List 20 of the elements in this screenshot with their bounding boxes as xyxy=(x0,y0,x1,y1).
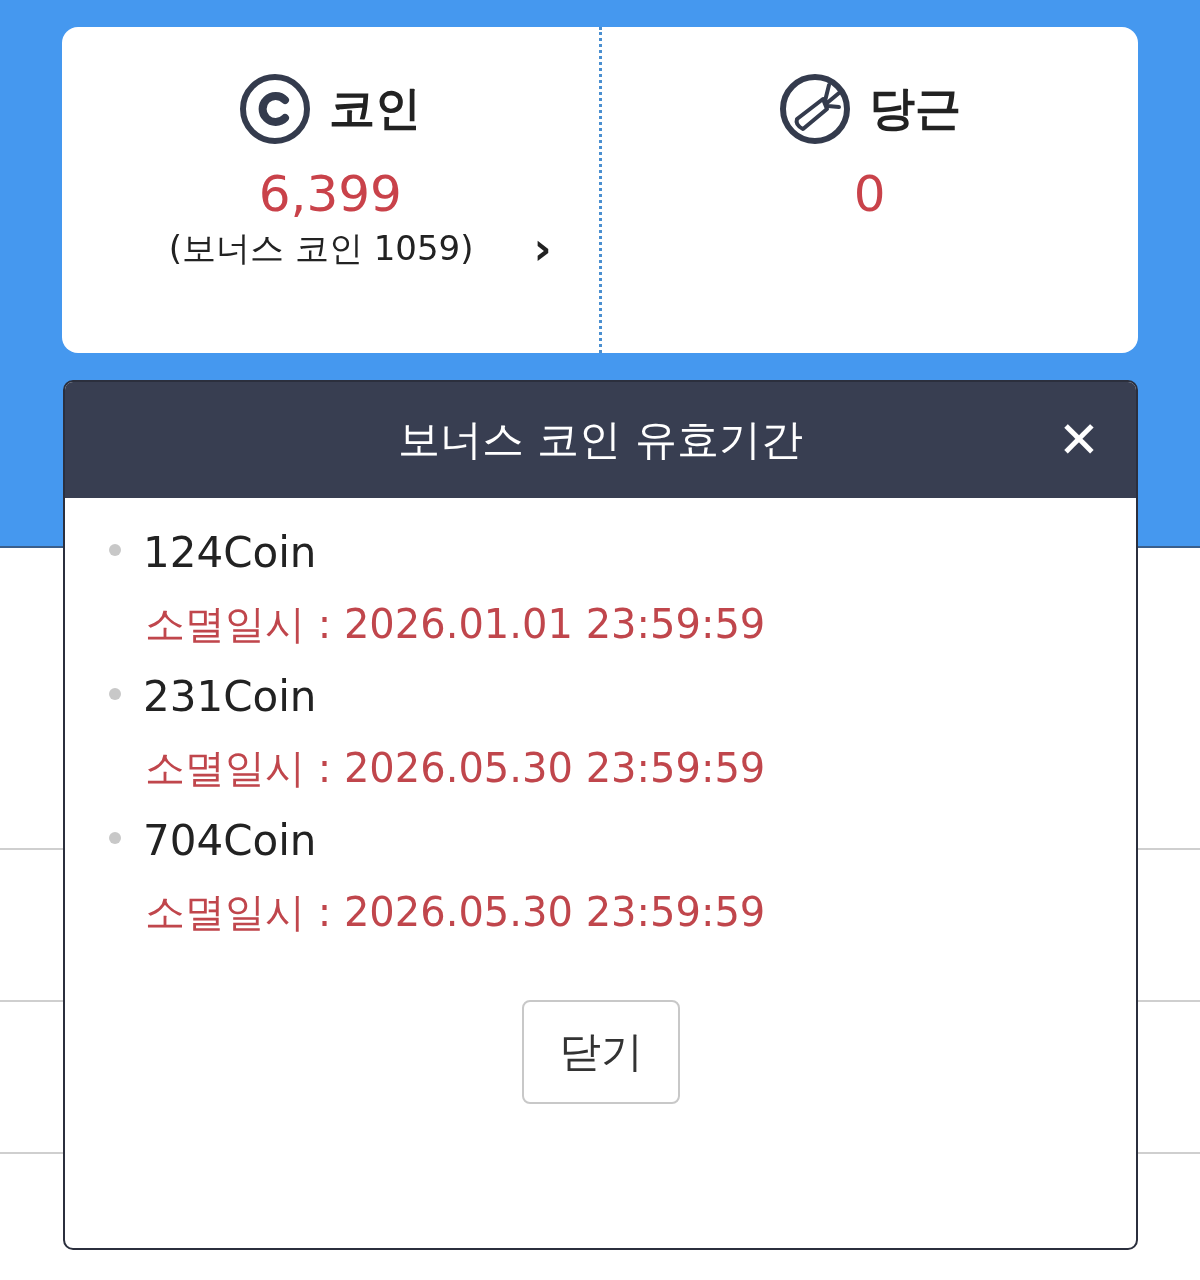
balance-amount: 6,399 xyxy=(258,165,402,223)
close-button[interactable]: ✕ xyxy=(1050,412,1108,468)
coin-icon xyxy=(239,73,312,145)
bullet-icon xyxy=(109,544,121,556)
balance-amount: 0 xyxy=(853,165,886,223)
bonus-coin-text: (보너스 코인 1059) xyxy=(168,226,474,270)
coin-amount: 704Coin xyxy=(143,816,317,865)
bullet-icon xyxy=(109,688,121,700)
bullet-icon xyxy=(109,832,121,844)
close-dialog-button[interactable]: 닫기 xyxy=(521,1000,680,1104)
balance-label: 코인 xyxy=(329,80,422,137)
coin-amount: 124Coin xyxy=(143,528,317,577)
expiry-date: 소멸일시 : 2026.05.30 23:59:59 xyxy=(145,744,767,793)
expiry-date: 소멸일시 : 2026.01.01 23:59:59 xyxy=(145,600,767,649)
balance-label: 당근 xyxy=(868,80,961,137)
dialog-title: 보너스 코인 유효기간 xyxy=(398,414,803,466)
coin-amount: 231Coin xyxy=(143,672,317,721)
expiry-date: 소멸일시 : 2026.05.30 23:59:59 xyxy=(145,888,767,937)
chevron-icon[interactable]: › xyxy=(533,223,552,274)
carrot-icon xyxy=(778,73,851,145)
